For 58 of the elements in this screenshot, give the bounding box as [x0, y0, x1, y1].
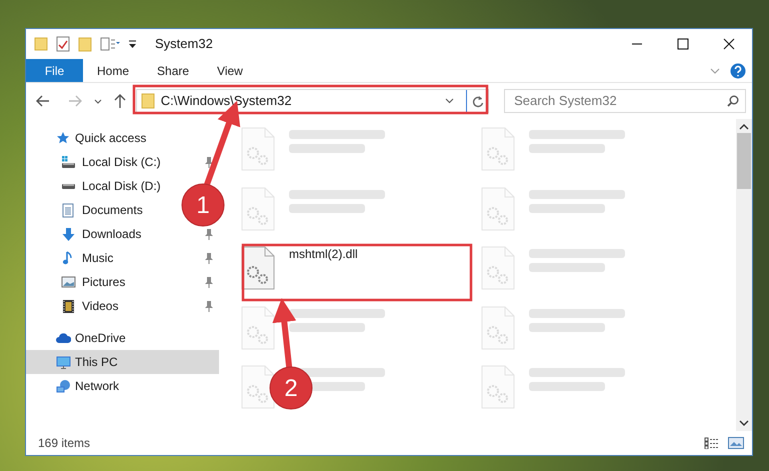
- nav-item[interactable]: This PC: [26, 350, 219, 374]
- download-arrow-icon: [61, 226, 76, 242]
- refresh-icon: [472, 94, 484, 108]
- ribbon-tab[interactable]: View: [203, 59, 257, 82]
- search-placeholder: Search System32: [514, 92, 617, 110]
- forward-icon[interactable]: [68, 95, 82, 107]
- step-badge: 2: [270, 366, 312, 410]
- scrollbar[interactable]: [736, 119, 752, 431]
- dll-file-icon[interactable]: [241, 246, 275, 290]
- back-icon[interactable]: [36, 95, 50, 107]
- drive-icon: [61, 184, 76, 188]
- step-badge: 1: [182, 184, 224, 226]
- folder-icon: [140, 93, 155, 109]
- nav-item[interactable]: Documents: [61, 201, 143, 219]
- view-list-icon[interactable]: [100, 37, 120, 51]
- scroll-thumb[interactable]: [737, 133, 751, 189]
- help-icon[interactable]: [730, 62, 746, 78]
- scroll-down-icon[interactable]: [739, 419, 749, 427]
- address-path: C:\Windows\System32: [160, 92, 292, 110]
- scroll-up-icon[interactable]: [739, 123, 749, 131]
- monitor-icon: [56, 354, 71, 370]
- close-icon: [723, 38, 735, 50]
- new-folder-icon[interactable]: [78, 36, 92, 52]
- search-field[interactable]: Search System32: [504, 89, 746, 113]
- folder-icon[interactable]: [34, 37, 48, 51]
- nav-item[interactable]: Music: [61, 249, 114, 267]
- dropdown-icon[interactable]: [445, 98, 454, 104]
- star-icon: [56, 130, 71, 146]
- file-name[interactable]: mshtml(2).dll: [289, 246, 358, 262]
- nav-item[interactable]: Quick access: [56, 129, 146, 147]
- nav-item[interactable]: OneDrive: [56, 329, 126, 347]
- document-icon: [61, 202, 76, 218]
- cloud-icon: [56, 330, 71, 346]
- expand-ribbon-icon[interactable]: [710, 68, 720, 74]
- up-icon[interactable]: [114, 94, 126, 108]
- properties-icon[interactable]: [56, 36, 70, 52]
- network-icon: [56, 378, 71, 394]
- maximize-icon: [677, 38, 689, 50]
- drive-icon: [61, 154, 76, 170]
- nav-item[interactable]: Local Disk (D:): [61, 177, 161, 195]
- item-count: 169 items: [38, 435, 90, 452]
- nav-item[interactable]: Network: [56, 377, 120, 395]
- nav-item[interactable]: Videos: [61, 297, 118, 315]
- ribbon-tab[interactable]: Share: [143, 59, 204, 82]
- large-icons-view-icon[interactable]: [728, 437, 744, 449]
- file-menu-button[interactable]: File: [26, 59, 83, 82]
- search-icon: [727, 95, 739, 107]
- film-icon: [61, 298, 76, 314]
- recent-locations-icon[interactable]: [94, 98, 102, 104]
- details-view-icon[interactable]: [704, 437, 720, 449]
- address-bar[interactable]: C:\Windows\System32: [136, 89, 490, 113]
- nav-item[interactable]: Local Disk (C:): [61, 153, 161, 171]
- nav-item[interactable]: Downloads: [61, 225, 142, 243]
- picture-icon: [61, 274, 76, 290]
- nav-item[interactable]: Pictures: [61, 273, 126, 291]
- ribbon-tab[interactable]: Home: [83, 59, 144, 82]
- window-title: System32: [155, 35, 213, 54]
- dropdown-icon[interactable]: [128, 40, 137, 48]
